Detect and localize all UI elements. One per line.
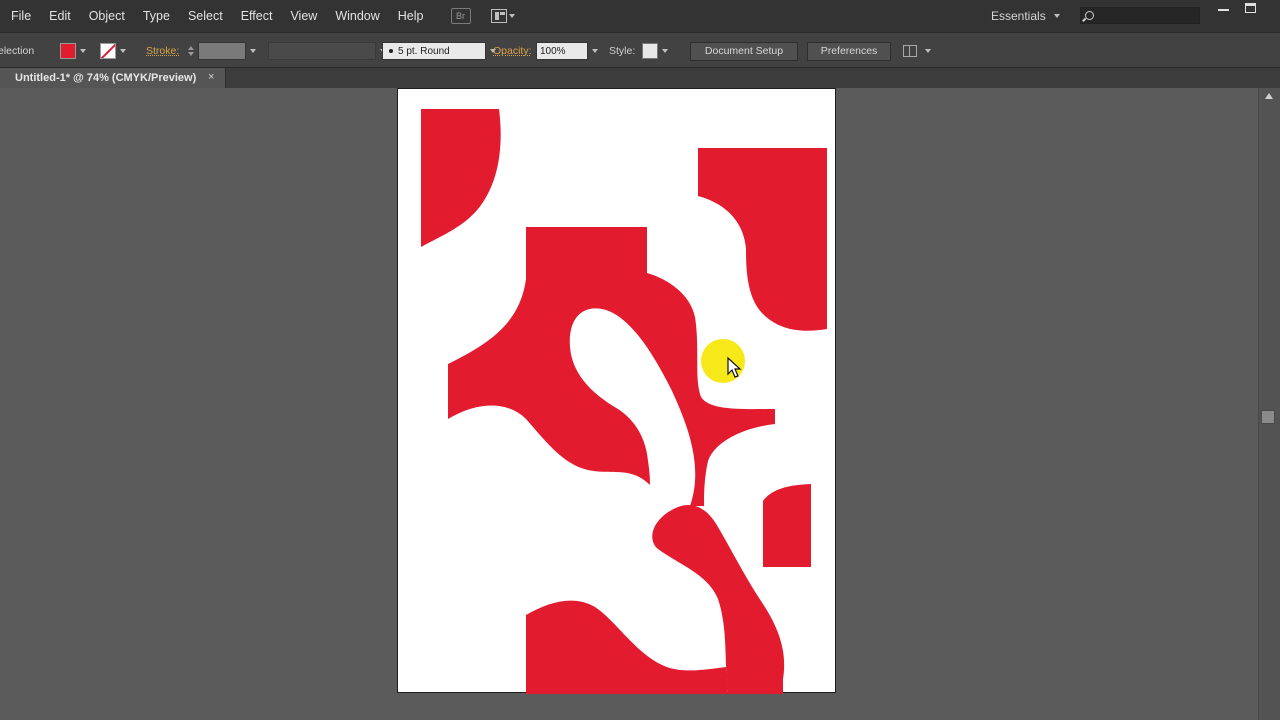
- document-setup-button[interactable]: Document Setup: [690, 41, 798, 61]
- chevron-down-icon: [79, 49, 86, 53]
- vertical-scrollbar[interactable]: [1258, 88, 1280, 720]
- opacity-field[interactable]: 100%: [536, 33, 599, 69]
- scroll-up-icon[interactable]: [1265, 93, 1273, 99]
- chevron-down-icon: [508, 14, 515, 18]
- chevron-down-icon: [1053, 14, 1060, 18]
- chevron-down-icon: [661, 49, 668, 53]
- arrange-documents-button[interactable]: [490, 9, 515, 23]
- bridge-icon[interactable]: Br: [450, 8, 471, 24]
- red-shape-small-right[interactable]: [763, 484, 811, 567]
- document-tab[interactable]: Untitled-1* @ 74% (CMYK/Preview) ×: [0, 68, 226, 88]
- brush-definition-select[interactable]: 5 pt. Round: [382, 33, 497, 69]
- brush-label: 5 pt. Round: [398, 45, 450, 57]
- minimize-button[interactable]: [1218, 9, 1229, 11]
- menu-view[interactable]: View: [281, 0, 326, 32]
- preferences-button[interactable]: Preferences: [807, 41, 891, 61]
- align-icon[interactable]: [903, 45, 917, 57]
- control-panel-menu[interactable]: [903, 33, 931, 69]
- selection-label: election: [0, 45, 35, 57]
- red-shape-top-right[interactable]: [698, 148, 827, 331]
- workspace-label: Essentials: [991, 9, 1046, 23]
- artwork-shapes[interactable]: [398, 89, 837, 694]
- menu-help[interactable]: Help: [389, 0, 433, 32]
- stroke-weight-stepper[interactable]: [186, 33, 196, 69]
- control-bar: election Stroke: 5 pt. Round Opacity: 10…: [0, 32, 1280, 68]
- workspace-switcher[interactable]: Essentials: [991, 0, 1060, 32]
- layout-grid-icon: [490, 9, 507, 23]
- stroke-weight-field[interactable]: [198, 33, 257, 69]
- chevron-down-icon: [119, 49, 126, 53]
- style-swatch[interactable]: [642, 43, 658, 59]
- menu-type[interactable]: Type: [134, 0, 179, 32]
- red-shape-top-left[interactable]: [421, 109, 501, 247]
- menu-window[interactable]: Window: [326, 0, 388, 32]
- fill-color-control[interactable]: [60, 33, 87, 69]
- maximize-button[interactable]: [1245, 3, 1256, 13]
- close-icon[interactable]: ×: [208, 71, 214, 83]
- opacity-label[interactable]: Opacity:: [493, 33, 532, 69]
- fill-swatch[interactable]: [60, 43, 76, 59]
- variable-width-profile[interactable]: [268, 33, 387, 69]
- stroke-swatch[interactable]: [100, 43, 116, 59]
- search-input[interactable]: [1080, 7, 1200, 24]
- graphic-style-control[interactable]: [642, 33, 669, 69]
- artboard[interactable]: [397, 88, 837, 694]
- canvas-area[interactable]: [0, 88, 1258, 720]
- style-label: Style:: [609, 45, 636, 57]
- menu-select[interactable]: Select: [179, 0, 232, 32]
- red-shape-bottom[interactable]: [526, 600, 728, 694]
- menu-edit[interactable]: Edit: [40, 0, 80, 32]
- document-tab-bar: Untitled-1* @ 74% (CMYK/Preview) ×: [0, 68, 1280, 88]
- chevron-down-icon: [249, 49, 256, 53]
- decrement-icon[interactable]: [188, 52, 194, 56]
- chevron-down-icon: [925, 49, 931, 53]
- document-tab-title: Untitled-1* @ 74% (CMYK/Preview): [15, 72, 197, 84]
- increment-icon[interactable]: [188, 46, 194, 50]
- search-icon: [1085, 11, 1094, 20]
- chevron-down-icon: [591, 49, 598, 53]
- opacity-input[interactable]: 100%: [536, 42, 588, 60]
- stroke-label[interactable]: Stroke:: [146, 33, 179, 69]
- stroke-color-control[interactable]: [100, 33, 127, 69]
- menu-effect[interactable]: Effect: [232, 0, 282, 32]
- menu-object[interactable]: Object: [80, 0, 134, 32]
- menu-file[interactable]: File: [0, 0, 40, 32]
- scroll-thumb[interactable]: [1261, 410, 1275, 424]
- cursor-highlight: [700, 336, 750, 386]
- brush-dot-icon: [389, 49, 393, 53]
